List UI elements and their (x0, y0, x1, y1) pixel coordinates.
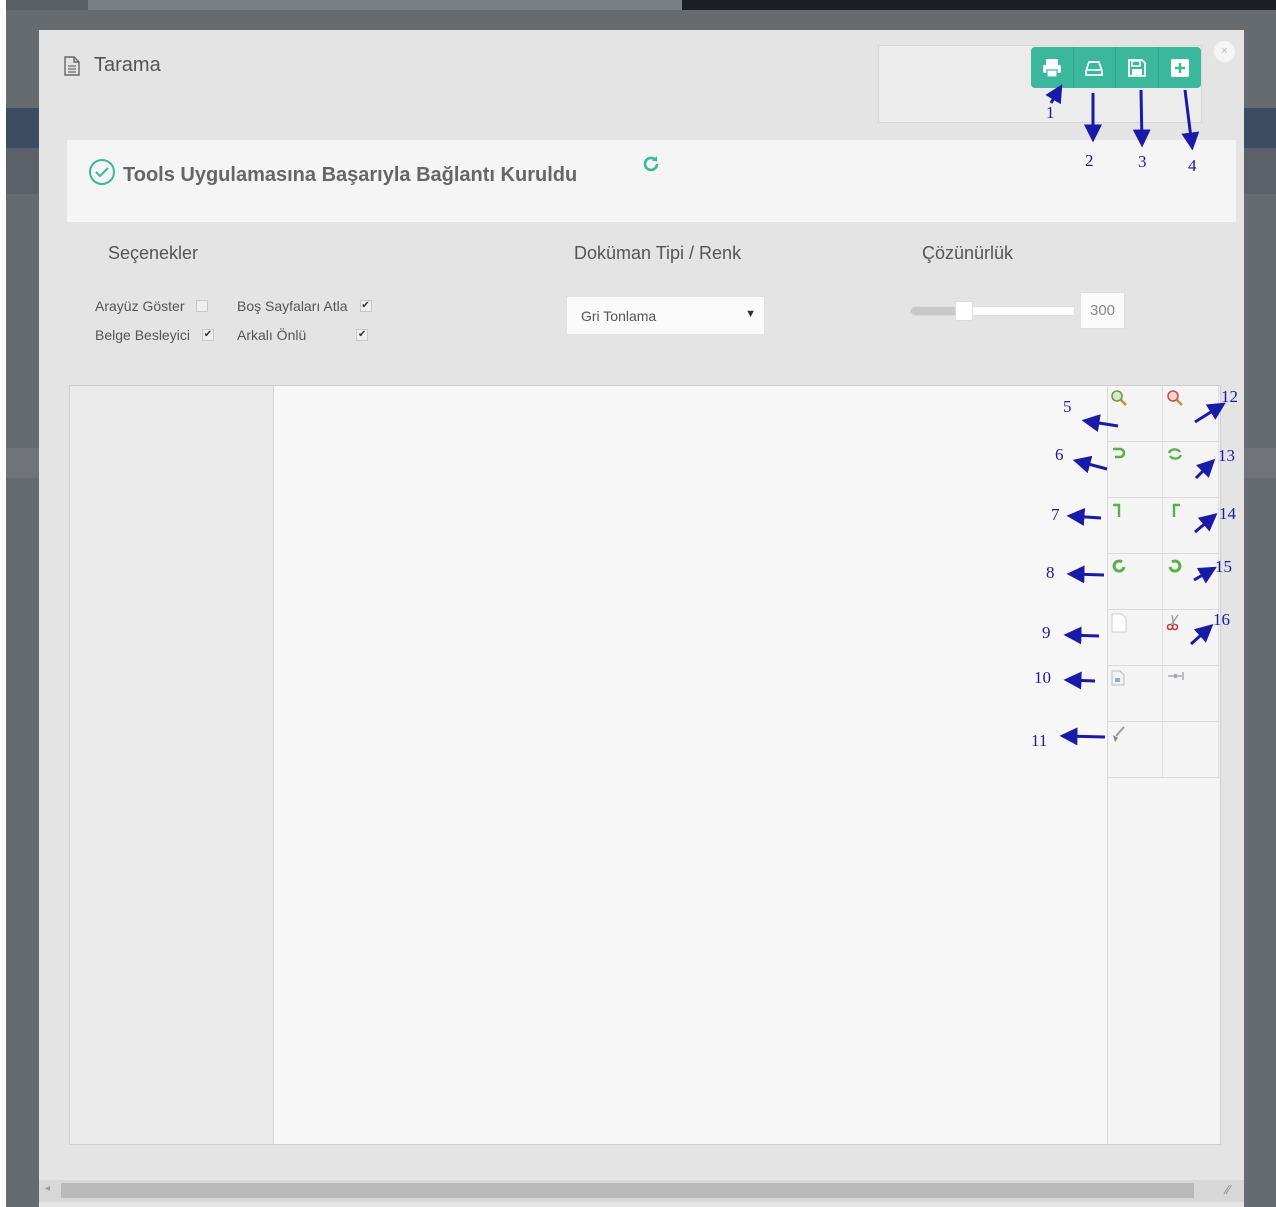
option-label: Boş Sayfaları Atla (237, 298, 348, 314)
image-canvas[interactable] (274, 386, 1107, 1144)
annotation-label: 11 (1031, 731, 1048, 750)
check-circle-icon (89, 159, 115, 185)
undo-icon (1113, 447, 1126, 459)
connection-status-panel: Tools Uygulamasına Başarıyla Bağlantı Ku… (67, 140, 1236, 222)
zoom-out-button[interactable] (1163, 386, 1219, 442)
refresh-tool-button[interactable] (1163, 442, 1219, 498)
scan-button[interactable] (1073, 47, 1116, 88)
annotation-label: 16 (1213, 610, 1230, 629)
thumbnail-panel[interactable] (70, 386, 274, 1144)
annotation-label: 4 (1188, 156, 1197, 175)
rotate-right-button[interactable] (1163, 498, 1219, 554)
options-heading: Seçenekler (108, 243, 199, 263)
checkbox[interactable]: ✔ (356, 329, 369, 341)
save-button[interactable] (1116, 47, 1159, 88)
checkbox[interactable]: ✔ (201, 329, 214, 341)
rotate-ccw-button[interactable] (1107, 554, 1163, 610)
annotation-label: 12 (1221, 387, 1238, 406)
horizontal-scrollbar[interactable]: ◂ ⁄⁄ (39, 1180, 1244, 1202)
rotate-cw-icon (1168, 559, 1182, 573)
scan-toolbar (1031, 47, 1201, 88)
rotate-ccw-icon (1112, 559, 1126, 573)
annotation-label: 7 (1051, 505, 1060, 524)
annotation-label: 8 (1046, 563, 1055, 582)
option-duplex[interactable]: Arkalı Önlü ✔ (237, 327, 369, 343)
scrollbar-thumb[interactable] (61, 1183, 1194, 1198)
refresh-icon (1167, 448, 1183, 460)
add-button[interactable] (1158, 47, 1201, 88)
crop-button[interactable] (1163, 666, 1219, 722)
zoom-in-icon (1111, 390, 1127, 406)
empty-tool-slot (1163, 722, 1219, 778)
scan-workspace (69, 385, 1221, 1145)
print-button[interactable] (1031, 47, 1074, 88)
document-icon (64, 56, 80, 76)
clean-button[interactable] (1107, 722, 1163, 778)
zoom-out-icon (1167, 390, 1183, 406)
annotation-label: 3 (1138, 152, 1147, 171)
option-document-feeder[interactable]: Belge Besleyici ✔ (95, 327, 214, 343)
checkbox[interactable] (196, 300, 209, 312)
option-label: Arayüz Göster (95, 298, 185, 314)
doc-type-heading: Doküman Tipi / Renk (574, 243, 742, 263)
scissors-icon (1166, 614, 1179, 631)
checkbox[interactable]: ✔ (359, 300, 372, 312)
annotation-label: 14 (1219, 504, 1236, 523)
option-skip-blank[interactable]: Boş Sayfaları Atla ✔ (237, 298, 372, 314)
add-icon (1170, 58, 1189, 77)
rotate-left-icon (1113, 503, 1121, 517)
scroll-left-icon[interactable]: ◂ (45, 1183, 50, 1194)
top-nav-strip (6, 0, 1276, 10)
resize-grip-icon[interactable]: ⁄⁄ (1226, 1182, 1230, 1197)
chevron-down-icon: ▼ (745, 308, 756, 320)
slider-handle[interactable] (955, 301, 973, 321)
resolution-value[interactable]: 300 (1080, 292, 1125, 329)
blank-page-icon (1111, 613, 1127, 633)
option-show-ui[interactable]: Arayüz Göster (95, 298, 209, 314)
page-image-icon (1111, 670, 1125, 686)
resolution-slider[interactable] (910, 301, 1075, 321)
option-label: Belge Besleyici (95, 327, 190, 343)
option-label: Arkalı Önlü (237, 327, 307, 343)
refresh-icon[interactable] (641, 155, 661, 175)
annotation-label: 6 (1055, 445, 1064, 464)
undo-button[interactable] (1107, 442, 1163, 498)
modal-header: Tarama × (39, 30, 1244, 140)
annotation-label: 1 (1046, 103, 1055, 122)
blank-page-button[interactable] (1107, 610, 1163, 666)
status-message: Tools Uygulamasına Başarıyla Bağlantı Ku… (123, 164, 578, 186)
image-tools (1107, 386, 1220, 779)
close-button[interactable]: × (1214, 41, 1235, 62)
rotate-right-icon (1172, 503, 1180, 517)
save-icon (1127, 58, 1146, 77)
page-image-button[interactable] (1107, 666, 1163, 722)
annotation-label: 9 (1042, 623, 1051, 642)
crop-icon (1168, 672, 1184, 680)
doc-type-select[interactable]: Gri Tonlama ▼ (566, 296, 765, 335)
broom-icon (1113, 726, 1125, 742)
rotate-cw-button[interactable] (1163, 554, 1219, 610)
zoom-in-button[interactable] (1107, 386, 1163, 442)
scanner-icon (1085, 60, 1104, 76)
annotation-label: 13 (1218, 446, 1235, 465)
scan-modal: Tarama × Tools Uygulamasına Başarıyla Ba… (39, 30, 1244, 1207)
annotation-label: 2 (1085, 151, 1094, 170)
annotation-label: 15 (1215, 557, 1232, 576)
cut-button[interactable] (1163, 610, 1219, 666)
annotation-label: 10 (1034, 668, 1051, 687)
modal-title: Tarama (94, 54, 161, 76)
printer-icon (1042, 58, 1061, 78)
annotation-label: 5 (1063, 397, 1072, 416)
selected-value: Gri Tonlama (581, 308, 657, 324)
rotate-left-button[interactable] (1107, 498, 1163, 554)
resolution-heading: Çözünürlük (922, 243, 1014, 263)
